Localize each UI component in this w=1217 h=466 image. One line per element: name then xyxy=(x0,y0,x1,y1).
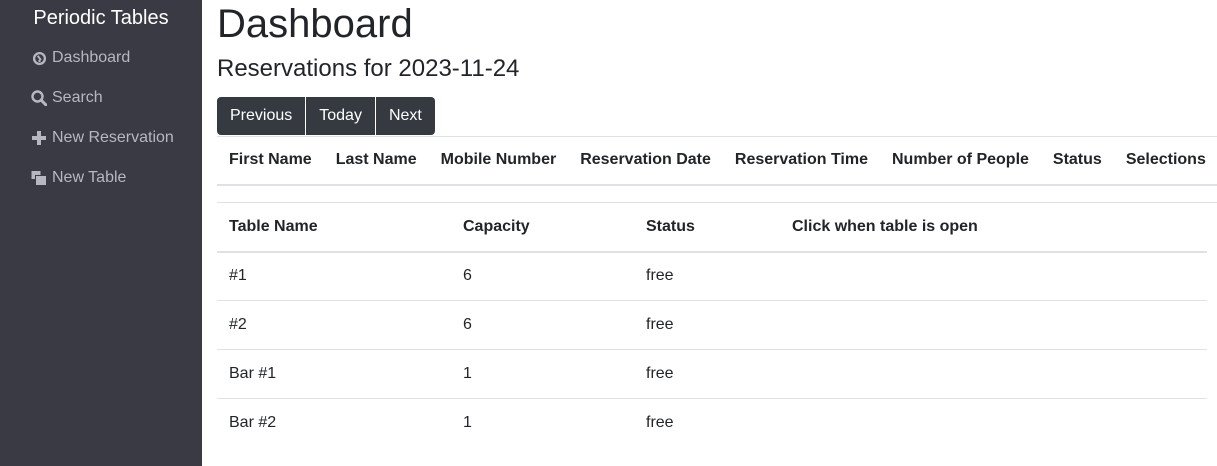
status-cell: free xyxy=(634,300,780,350)
layers-icon xyxy=(31,170,47,186)
status-cell: free xyxy=(634,349,780,399)
reservations-date-heading: Reservations for 2023-11-24 xyxy=(217,55,520,82)
dashboard-icon xyxy=(31,50,47,66)
table-header-row: Table Name Capacity Status Click when ta… xyxy=(217,202,1207,253)
reservations-table: First Name Last Name Mobile Number Reser… xyxy=(217,136,1217,203)
sidebar-item-label: Dashboard xyxy=(52,49,131,66)
table-row: #1 6 free xyxy=(217,251,1207,301)
action-cell xyxy=(780,300,1207,350)
today-button[interactable]: Today xyxy=(306,97,375,135)
table-row: #2 6 free xyxy=(217,300,1207,350)
date-navigation: Previous Today Next xyxy=(217,97,1207,135)
sidebar-item-dashboard[interactable]: Dashboard xyxy=(0,38,202,78)
column-header: Capacity xyxy=(451,202,634,253)
column-header: Mobile Number xyxy=(428,136,569,186)
table-name-cell: Bar #2 xyxy=(229,414,277,432)
column-header: Table Name xyxy=(217,202,451,253)
capacity-cell: 1 xyxy=(463,414,472,432)
sidebar: Periodic Tables Dashboard Search New Res… xyxy=(0,0,202,466)
empty-table-body xyxy=(217,184,1217,203)
sidebar-item-label: New Table xyxy=(52,169,127,186)
action-cell xyxy=(780,251,1207,301)
search-icon xyxy=(31,90,47,106)
column-header: Selections xyxy=(1113,136,1217,186)
capacity-cell: 1 xyxy=(451,349,634,399)
column-header: Status xyxy=(634,202,780,253)
column-header: Status xyxy=(1040,136,1114,186)
status-cell: free xyxy=(634,251,780,301)
column-header: Reservation Date xyxy=(568,136,723,186)
sidebar-nav: Dashboard Search New Reservation New Tab… xyxy=(0,38,202,198)
plus-icon xyxy=(31,130,47,146)
column-header: Reservation Time xyxy=(722,136,880,186)
table-name-cell: #2 xyxy=(217,300,451,350)
table-name-cell: Bar #1 xyxy=(217,349,451,399)
previous-button[interactable]: Previous xyxy=(217,97,306,135)
table-name-cell: #1 xyxy=(217,251,451,301)
table-row: Bar #2 1 free xyxy=(217,399,1207,448)
capacity-cell: 6 xyxy=(451,300,634,350)
column-header: First Name xyxy=(217,136,324,186)
column-header: Last Name xyxy=(323,136,429,186)
table-row: Bar #1 1 free xyxy=(217,349,1207,399)
capacity-cell: 6 xyxy=(451,251,634,301)
tables-table: Table Name Capacity Status Click when ta… xyxy=(217,202,1207,448)
table-header-row: First Name Last Name Mobile Number Reser… xyxy=(217,136,1217,186)
page-title: Dashboard xyxy=(217,2,413,46)
sidebar-item-search[interactable]: Search xyxy=(0,78,202,118)
action-cell xyxy=(780,399,1207,448)
sidebar-item-label: Search xyxy=(52,89,103,106)
sidebar-item-new-reservation[interactable]: New Reservation xyxy=(0,118,202,158)
next-button[interactable]: Next xyxy=(375,97,435,135)
action-cell xyxy=(780,349,1207,399)
main-content: Dashboard Reservations for 2023-11-24 Pr… xyxy=(217,0,1217,448)
column-header: Click when table is open xyxy=(780,202,1207,253)
sidebar-item-new-table[interactable]: New Table xyxy=(0,158,202,198)
brand-title[interactable]: Periodic Tables xyxy=(0,7,202,37)
sidebar-item-label: New Reservation xyxy=(52,129,174,146)
column-header: Number of People xyxy=(880,136,1041,186)
status-cell: free xyxy=(646,414,674,432)
